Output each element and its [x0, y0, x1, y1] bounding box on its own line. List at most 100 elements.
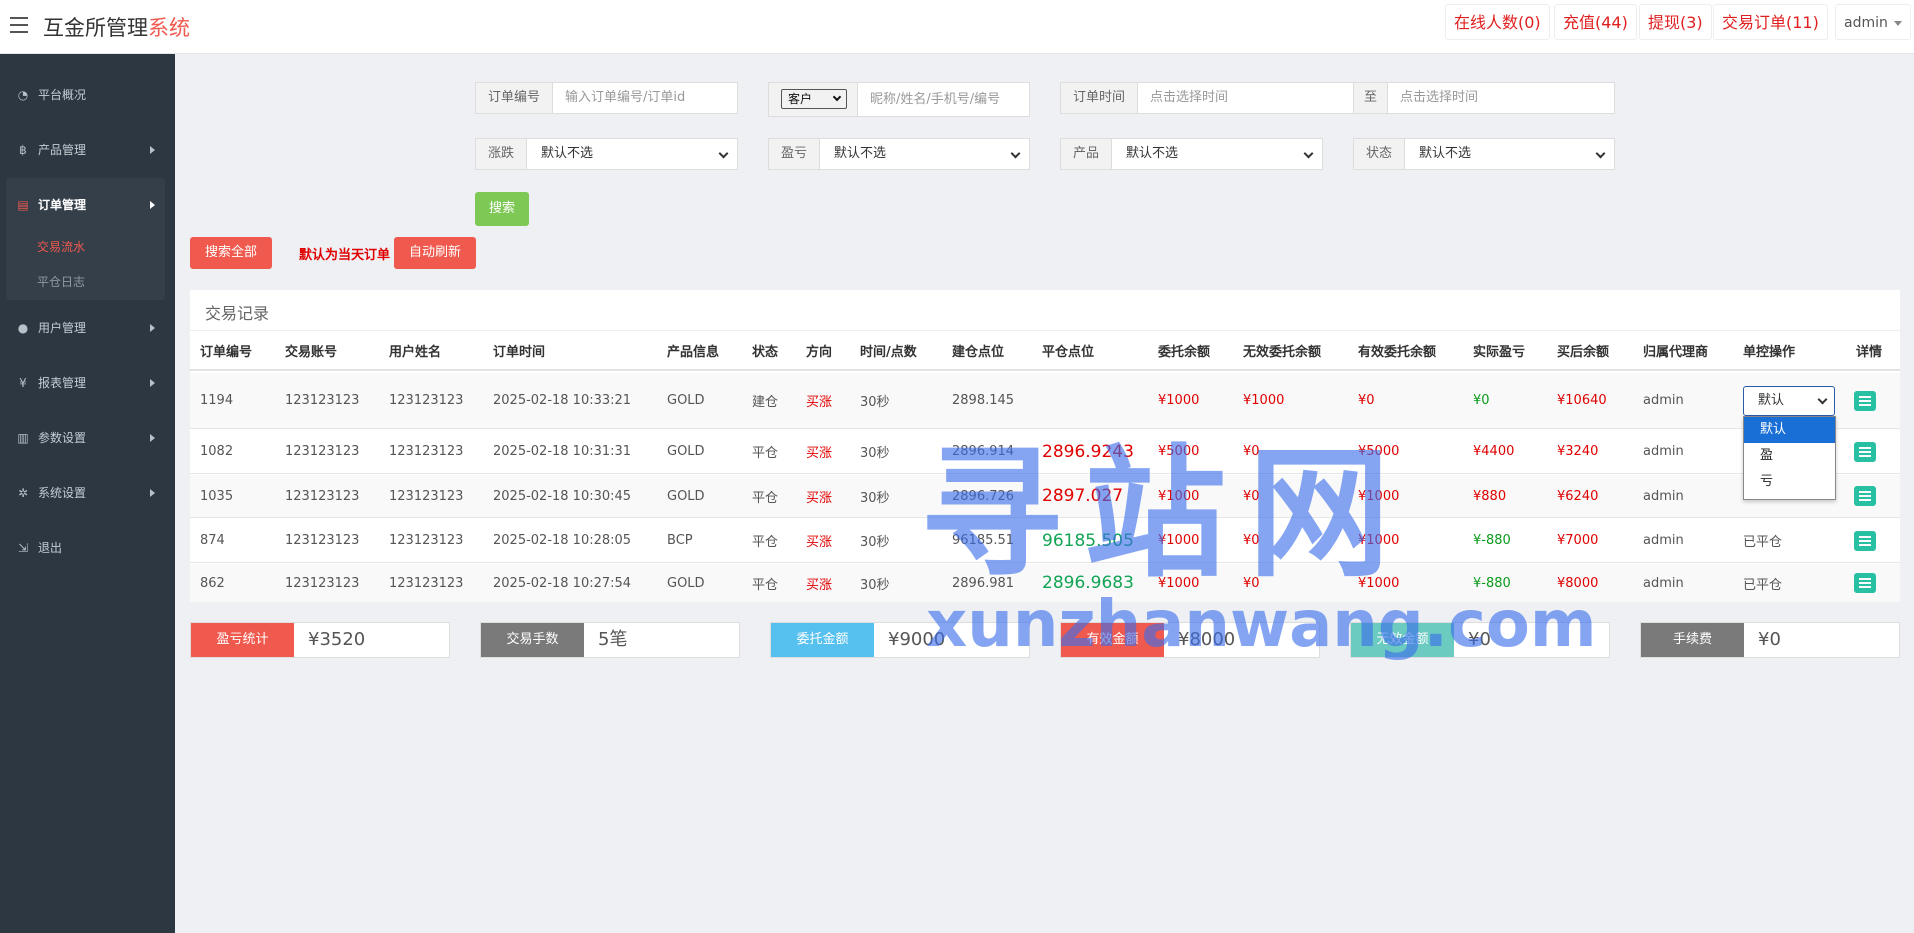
cell-name: 123123123: [389, 393, 464, 408]
menu-toggle-icon[interactable]: [10, 17, 28, 33]
sidebar-item-label: 退出: [38, 541, 63, 555]
order-no-input[interactable]: 输入订单编号/订单id: [553, 83, 737, 113]
cell-control: 已平仓: [1743, 535, 1783, 550]
search-button[interactable]: 搜索: [475, 192, 529, 226]
order-no-group: 订单编号 输入订单编号/订单id: [475, 82, 738, 114]
cell-open-price: 96185.51: [952, 533, 1015, 548]
table-row: 862 123123123 123123123 2025-02-18 10:27…: [190, 564, 1900, 602]
cell-name: 123123123: [389, 533, 464, 548]
stat-trades: 交易手数 5笔: [480, 622, 740, 658]
cell-balance: ¥10640: [1557, 393, 1607, 408]
cell-close-price: 2896.9243: [1042, 441, 1134, 462]
cell-invalid-entrust: ¥1000: [1243, 393, 1285, 408]
sidebar-item-products[interactable]: ฿ 产品管理: [0, 130, 175, 170]
cell-invalid-entrust: ¥0: [1243, 533, 1260, 548]
detail-list-icon[interactable]: [1854, 530, 1876, 551]
cell-entrust: ¥1000: [1158, 533, 1200, 548]
control-option-loss[interactable]: 亏: [1744, 469, 1835, 495]
sidebar-item-reports[interactable]: ¥ 报表管理: [0, 363, 175, 403]
profit-loss-select[interactable]: 默认不选: [820, 139, 1029, 169]
col-header: 建仓点位: [952, 344, 1005, 360]
product-select[interactable]: 默认不选: [1112, 139, 1322, 169]
time-start-input[interactable]: 点击选择时间: [1138, 83, 1355, 113]
caret-down-icon: [1893, 20, 1902, 26]
caret-right-icon: [150, 201, 155, 209]
sidebar-subitem-close-log[interactable]: 平仓日志: [37, 273, 85, 290]
cell-balance: ¥8000: [1557, 575, 1599, 591]
cell-name: 123123123: [389, 488, 464, 504]
col-header: 归属代理商: [1643, 344, 1709, 360]
detail-list-icon[interactable]: [1854, 390, 1876, 411]
col-header: 交易账号: [285, 344, 338, 360]
cell-agent: admin: [1643, 533, 1684, 548]
cell-status: 建仓: [752, 395, 779, 410]
control-option-default[interactable]: 默认: [1744, 417, 1835, 443]
cell-time: 2025-02-18 10:31:31: [493, 444, 632, 459]
cell-detail: [1854, 475, 1876, 517]
table-row: 1082 123123123 123123123 2025-02-18 10:3…: [190, 430, 1900, 474]
sidebar-item-label: 系统设置: [38, 486, 87, 500]
customer-input[interactable]: 昵称/姓名/手机号/编号: [858, 83, 1029, 116]
online-count-button[interactable]: 在线人数(0): [1445, 4, 1550, 40]
sidebar-subitem-trade-flow[interactable]: 交易流水: [37, 238, 85, 255]
withdraw-button[interactable]: 提现(3): [1639, 4, 1712, 40]
status-select[interactable]: 默认不选: [1405, 139, 1614, 169]
chevron-down-icon: [718, 148, 729, 159]
cell-detail: [1854, 519, 1876, 562]
yen-icon: ¥: [19, 376, 27, 390]
control-select-value: 默认: [1758, 392, 1785, 408]
table-header: 订单编号 交易账号 用户姓名 订单时间 产品信息 状态 方向 时间/点数 建仓点…: [190, 331, 1900, 371]
stat-label: 有效金额: [1061, 623, 1164, 657]
control-select[interactable]: 默认: [1743, 385, 1835, 416]
orders-icon: ▤: [17, 198, 29, 212]
cell-balance: ¥7000: [1557, 533, 1599, 548]
user-menu[interactable]: admin: [1835, 4, 1911, 40]
rise-fall-select[interactable]: 默认不选: [527, 139, 737, 169]
cell-time: 2025-02-18 10:28:05: [493, 533, 632, 548]
stat-valid: 有效金额 ¥8000: [1060, 622, 1320, 658]
control-option-profit[interactable]: 盈: [1744, 443, 1835, 469]
cell-time: 2025-02-18 10:33:21: [493, 393, 632, 408]
search-all-button[interactable]: 搜索全部: [190, 237, 272, 269]
customer-type-select[interactable]: 客户: [781, 89, 847, 109]
bitcoin-icon: ฿: [19, 143, 27, 157]
cell-balance: ¥3240: [1557, 444, 1599, 459]
detail-list-icon[interactable]: [1854, 486, 1876, 506]
cell-valid-entrust: ¥1000: [1358, 533, 1400, 548]
sidebar-item-system[interactable]: ✲ 系统设置: [0, 473, 175, 513]
detail-list-icon[interactable]: [1854, 441, 1876, 462]
auto-refresh-button[interactable]: 自动刷新: [394, 237, 476, 269]
trade-orders-button[interactable]: 交易订单(11): [1713, 4, 1828, 40]
sidebar-item-logout[interactable]: ⇲ 退出: [0, 528, 175, 568]
caret-right-icon: [150, 324, 155, 332]
profit-loss-group: 盈亏 默认不选: [768, 138, 1030, 170]
chevron-down-icon: [1595, 148, 1606, 159]
cell-entrust: ¥1000: [1158, 488, 1200, 504]
cell-pnl: ¥4400: [1473, 444, 1515, 459]
sidebar-item-label: 用户管理: [38, 321, 87, 335]
user-name: admin: [1844, 15, 1888, 31]
sidebar: ◔ 平台概况 ฿产品管理 ▤ 订单管理 交易流水 平仓日志 ● 用户管理 ¥ 报表管理 …: [0, 54, 175, 933]
cell-entrust: ¥1000: [1158, 393, 1200, 408]
recharge-button[interactable]: 充值(44): [1554, 4, 1637, 40]
detail-list-icon[interactable]: [1854, 573, 1876, 593]
default-today-note: 默认为当天订单: [299, 248, 391, 263]
cell-order-id: 874: [200, 533, 225, 548]
sidebar-item-params[interactable]: ▥ 参数设置: [0, 418, 175, 458]
cell-open-price: 2896.981: [952, 575, 1015, 591]
sidebar-item-users[interactable]: ● 用户管理: [0, 308, 175, 348]
chevron-down-icon: [1303, 148, 1314, 159]
stat-invalid: 无效金额 ¥0: [1350, 622, 1610, 658]
sidebar-item-orders[interactable]: ▤ 订单管理: [0, 185, 175, 225]
rise-fall-value: 默认不选: [541, 146, 594, 161]
cell-name: 123123123: [389, 575, 464, 591]
brand-title: 互金所管理系统: [43, 12, 190, 42]
cell-agent: admin: [1643, 488, 1684, 504]
cell-duration: 30秒: [860, 446, 890, 461]
sidebar-item-overview[interactable]: ◔ 平台概况: [0, 75, 175, 115]
cell-duration: 30秒: [860, 577, 890, 593]
cell-entrust: ¥5000: [1158, 444, 1200, 459]
cell-time: 2025-02-18 10:30:45: [493, 488, 632, 504]
time-end-input[interactable]: 点击选择时间: [1388, 83, 1614, 113]
cell-valid-entrust: ¥0: [1358, 393, 1375, 408]
